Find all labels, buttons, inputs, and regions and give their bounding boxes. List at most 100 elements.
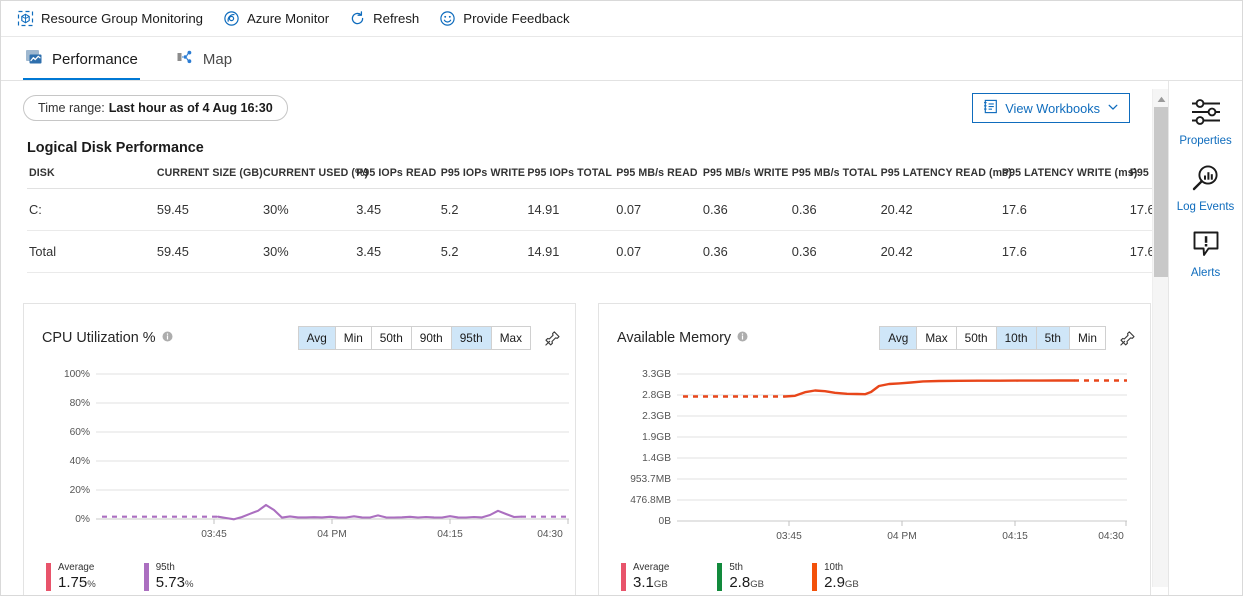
svg-text:04 PM: 04 PM [317,529,346,540]
cpu-seg-avg[interactable]: Avg [299,327,336,349]
legend-name: Average [58,563,96,574]
table-row[interactable]: C: 59.45 30% 3.45 5.2 14.91 0.07 0.36 0.… [27,189,1152,231]
scroll-up-arrow-icon[interactable] [1153,92,1169,106]
legend-unit: GB [750,579,764,590]
memory-seg-10th[interactable]: 10th [997,327,1037,349]
info-icon[interactable] [162,329,173,347]
col-p95-latency-total[interactable]: P95 LATENCY TOTAL (ms) [1128,164,1152,189]
legend-value: 3.1 [633,574,654,591]
time-range-value: Last hour as of 4 Aug 16:30 [109,101,273,115]
rail-label: Properties [1179,135,1231,147]
col-p95-latency-read[interactable]: P95 LATENCY READ (ms) [879,164,1000,189]
tab-map[interactable]: Map [172,43,244,80]
legend-unit: % [87,579,96,590]
legend-swatch [144,563,149,591]
svg-text:2.8GB: 2.8GB [642,390,671,401]
rail-item-properties[interactable]: Properties [1170,91,1242,157]
memory-line-chart[interactable]: 3.3GB 2.8GB 2.3GB 1.9GB 1.4GB 953.7MB 47… [599,362,1152,562]
svg-text:03:45: 03:45 [776,531,802,542]
cpu-seg-max[interactable]: Max [492,327,530,349]
rail-label: Alerts [1191,267,1220,279]
command-label: Azure Monitor [247,11,329,26]
scrollbar-track[interactable] [1152,89,1168,587]
cpu-utilization-card: CPU Utilization % Avg Min [23,303,576,596]
performance-icon [25,48,44,71]
cell-p95-iops-read: 3.45 [354,231,439,273]
legend-name: 10th [824,563,859,574]
memory-seg-5th[interactable]: 5th [1037,327,1070,349]
cpu-card-title: CPU Utilization % [42,330,156,346]
svg-text:04:15: 04:15 [437,529,463,540]
cell-p95-mbs-write: 0.36 [701,231,790,273]
cpu-line-chart[interactable]: 100% 80% 60% 40% 20% 0% [24,362,577,562]
memory-seg-50th[interactable]: 50th [957,327,997,349]
rail-item-log-events[interactable]: Log Events [1170,157,1242,223]
legend-name: 95th [156,563,194,574]
legend-swatch [46,563,51,591]
legend-swatch [621,563,626,591]
refresh-icon [349,10,366,27]
col-disk[interactable]: DISK [27,164,155,189]
cpu-legend-average[interactable]: Average 1.75% [46,563,96,591]
svg-text:953.7MB: 953.7MB [630,474,671,485]
tab-strip: Performance Map [1,37,1242,81]
scrollable-content: Time range:Last hour as of 4 Aug 16:30 [1,81,1152,596]
command-refresh[interactable]: Refresh [345,6,429,31]
azure-monitor-icon [223,10,240,27]
col-p95-mbs-write[interactable]: P95 MB/s WRITE [701,164,790,189]
memory-seg-max[interactable]: Max [917,327,956,349]
cpu-seg-95th[interactable]: 95th [452,327,492,349]
tab-label: Map [203,52,232,67]
rail-item-alerts[interactable]: Alerts [1170,223,1242,289]
col-p95-iops-read[interactable]: P95 IOPs READ [354,164,439,189]
table-row[interactable]: Total 59.45 30% 3.45 5.2 14.91 0.07 0.36… [27,231,1152,273]
memory-legend-10th[interactable]: 10th 2.9GB [812,563,859,591]
col-p95-mbs-read[interactable]: P95 MB/s READ [614,164,701,189]
cell-p95-mbs-total: 0.36 [790,231,879,273]
command-resource-group-monitoring[interactable]: Resource Group Monitoring [13,6,213,31]
cpu-legend-95th[interactable]: 95th 5.73% [144,563,194,591]
memory-legend-5th[interactable]: 5th 2.8GB [717,563,764,591]
cell-p95-latency-total: 17.6 [1128,189,1152,231]
cpu-seg-90th[interactable]: 90th [412,327,452,349]
workbook-icon [983,99,998,117]
cell-p95-mbs-write: 0.36 [701,189,790,231]
legend-unit: % [185,579,194,590]
tab-performance[interactable]: Performance [21,43,150,80]
col-current-used[interactable]: CURRENT USED (%) [261,164,354,189]
cpu-seg-50th[interactable]: 50th [372,327,412,349]
pin-icon[interactable] [1119,330,1136,347]
cpu-legend: Average 1.75% 95th 5.73% [46,563,241,591]
azure-monitor-performance-page: Resource Group Monitoring Azure Monitor … [0,0,1243,596]
cell-p95-latency-read: 20.42 [879,231,1000,273]
svg-text:04:30: 04:30 [537,529,563,540]
col-current-size[interactable]: CURRENT SIZE (GB) [155,164,261,189]
cpu-seg-min[interactable]: Min [336,327,372,349]
memory-card-title: Available Memory [617,330,731,346]
right-rail: Properties Log Events [1168,81,1242,596]
info-icon[interactable] [737,329,748,347]
time-range-picker[interactable]: Time range:Last hour as of 4 Aug 16:30 [23,95,288,121]
memory-seg-avg[interactable]: Avg [880,327,917,349]
scrollbar-thumb[interactable] [1154,107,1168,277]
command-azure-monitor[interactable]: Azure Monitor [219,6,339,31]
col-p95-latency-write[interactable]: P95 LATENCY WRITE (ms) [1000,164,1128,189]
col-p95-iops-total[interactable]: P95 IOPs TOTAL [525,164,614,189]
svg-text:100%: 100% [64,369,90,380]
col-p95-mbs-total[interactable]: P95 MB/s TOTAL [790,164,879,189]
cell-p95-iops-total: 14.91 [525,189,614,231]
cpu-aggregation-toggle: Avg Min 50th 90th 95th Max [298,326,531,350]
legend-value: 1.75 [58,574,87,591]
toolbar-row: Time range:Last hour as of 4 Aug 16:30 [1,81,1152,121]
view-workbooks-label: View Workbooks [1005,101,1100,116]
view-workbooks-button[interactable]: View Workbooks [972,93,1130,123]
svg-text:80%: 80% [70,398,90,409]
pin-icon[interactable] [544,330,561,347]
memory-legend: Average 3.1GB 5th 2.8GB [621,563,907,591]
memory-seg-min[interactable]: Min [1070,327,1105,349]
memory-legend-average[interactable]: Average 3.1GB [621,563,669,591]
vertical-scrollbar[interactable] [1152,81,1168,596]
command-provide-feedback[interactable]: Provide Feedback [435,6,579,31]
rail-label: Log Events [1177,201,1235,213]
col-p95-iops-write[interactable]: P95 IOPs WRITE [439,164,526,189]
